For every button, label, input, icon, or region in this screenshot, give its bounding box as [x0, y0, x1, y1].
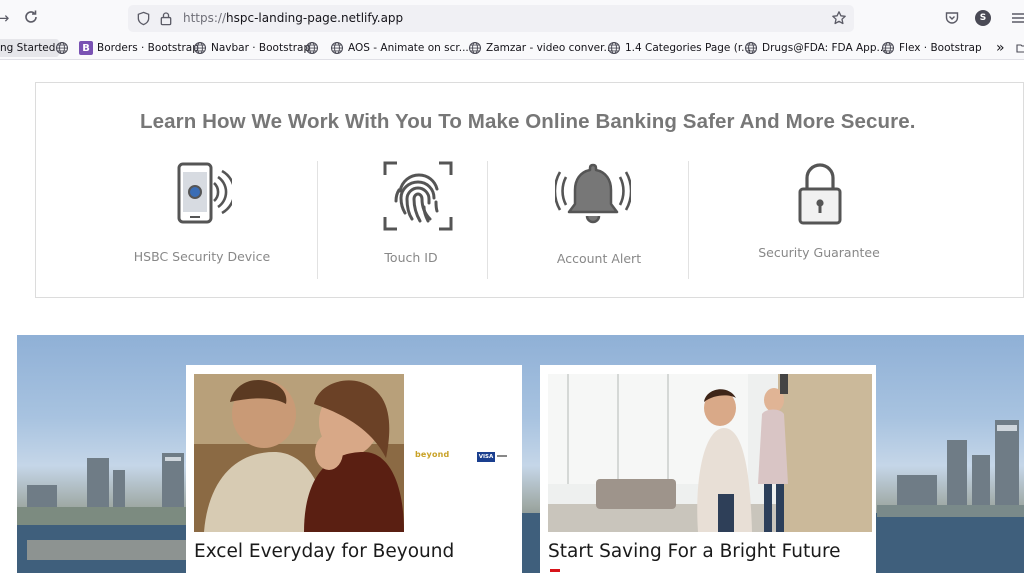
globe-icon	[305, 41, 319, 55]
url-text[interactable]: https://hspc-landing-page.netlify.app	[183, 11, 403, 25]
bookmark-label: 1.4 Categories Page (r...	[625, 42, 752, 54]
bookmark-label: Drugs@FDA: FDA App...	[762, 42, 887, 54]
padlock-icon	[798, 163, 842, 225]
globe-icon	[881, 41, 895, 55]
card-title: Excel Everyday for Beyound	[194, 541, 455, 562]
hero-banner: beyond VISA Excel Everyday for Beyound S…	[17, 335, 1024, 573]
folder-icon[interactable]	[1016, 36, 1024, 59]
security-section: Learn How We Work With You To Make Onlin…	[35, 82, 1024, 298]
bookmark-item[interactable]: Zamzar - video conver...	[468, 36, 614, 59]
divider	[487, 161, 488, 279]
visa-logo: VISA	[477, 452, 495, 462]
feature-account-alert[interactable]: Account Alert	[524, 159, 674, 281]
bookmark-label: Borders · Bootstrap	[97, 42, 199, 54]
bookmark-item[interactable]: Flex · Bootstrap	[881, 36, 982, 59]
bookmark-item[interactable]: B Borders · Bootstrap	[79, 36, 199, 59]
bookmark-label: Flex · Bootstrap	[899, 42, 982, 54]
fingerprint-icon	[383, 161, 453, 231]
bookmark-item[interactable]	[305, 36, 323, 59]
shield-icon[interactable]	[136, 11, 151, 26]
feature-label: HSBC Security Device	[133, 249, 271, 264]
browser-toolbar: → https://hspc-landing-page.netlify.app …	[0, 0, 1024, 36]
bookmark-label: Zamzar - video conver...	[486, 42, 614, 54]
menu-icon[interactable]	[1010, 10, 1024, 26]
globe-icon	[468, 41, 482, 55]
feature-label: Account Alert	[556, 251, 642, 266]
divider	[317, 161, 318, 279]
feature-label: Security Guarantee	[758, 245, 880, 260]
bookmark-item[interactable]: Drugs@FDA: FDA App...	[744, 36, 887, 59]
promo-card-beyond[interactable]: beyond VISA Excel Everyday for Beyound	[186, 365, 522, 573]
card-stripe	[497, 455, 507, 457]
url-host: hspc-landing-page.netlify.app	[226, 11, 404, 25]
globe-icon	[607, 41, 621, 55]
folder-svg-icon	[1016, 44, 1024, 53]
feature-label: Touch ID	[384, 250, 438, 265]
beyond-logo: beyond	[415, 450, 450, 459]
visa-card-image: VISA	[477, 452, 507, 462]
bell-icon	[555, 163, 631, 224]
feature-touch-id[interactable]: Touch ID	[336, 161, 486, 281]
bookmark-item[interactable]	[55, 36, 73, 59]
divider	[688, 161, 689, 279]
red-accent-bar	[550, 569, 560, 572]
feature-security-guarantee[interactable]: Security Guarantee	[744, 161, 894, 271]
lock-icon[interactable]	[159, 11, 173, 26]
bookmark-item[interactable]: Navbar · Bootstrap	[193, 36, 311, 59]
couple-photo-image	[194, 374, 404, 532]
url-bar[interactable]: https://hspc-landing-page.netlify.app	[128, 5, 854, 32]
globe-icon	[330, 41, 344, 55]
bookmarks-overflow-icon[interactable]: »	[996, 36, 1005, 59]
reload-svg-icon	[25, 10, 37, 23]
bootstrap-icon: B	[79, 41, 93, 55]
phone-device-icon	[177, 162, 232, 224]
bookmark-label: ng Started	[0, 42, 56, 54]
bookmarks-bar: ng Started B Borders · Bootstrap Navbar · B…	[0, 36, 1024, 60]
mother-daughter-photo-image	[548, 374, 872, 532]
globe-icon	[744, 41, 758, 55]
globe-icon	[55, 41, 69, 55]
bookmark-item[interactable]: 1.4 Categories Page (r...	[607, 36, 752, 59]
star-icon[interactable]	[831, 10, 847, 26]
card-title: Start Saving For a Bright Future	[548, 541, 841, 562]
url-protocol: https://	[183, 11, 227, 25]
bookmark-item[interactable]: ng Started	[0, 39, 60, 57]
bookmark-label: Navbar · Bootstrap	[211, 42, 311, 54]
bookmark-item[interactable]: AOS - Animate on scr...	[330, 36, 469, 59]
forward-arrow-icon[interactable]: →	[0, 9, 12, 27]
feature-security-device[interactable]: HSBC Security Device	[126, 161, 278, 281]
bookmark-label: AOS - Animate on scr...	[348, 42, 469, 54]
globe-icon	[193, 41, 207, 55]
reload-icon[interactable]	[22, 9, 40, 27]
pocket-icon[interactable]	[944, 10, 960, 26]
profile-avatar[interactable]: S	[975, 10, 991, 26]
promo-card-saving[interactable]: Start Saving For a Bright Future	[540, 365, 876, 573]
security-heading: Learn How We Work With You To Make Onlin…	[140, 110, 916, 133]
